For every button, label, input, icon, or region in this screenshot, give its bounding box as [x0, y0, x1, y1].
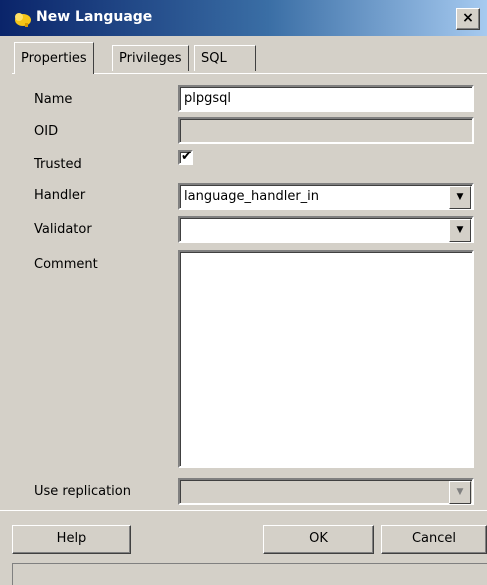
- chevron-down-icon: ▼: [456, 225, 464, 235]
- validator-select[interactable]: ▼: [178, 216, 474, 243]
- validator-dropdown-button[interactable]: ▼: [449, 219, 471, 242]
- button-bar-divider: [0, 510, 487, 511]
- use-replication-label: Use replication: [34, 484, 131, 499]
- check-icon: ✔: [181, 149, 192, 164]
- tab-privileges[interactable]: Privileges: [112, 45, 189, 71]
- chevron-down-icon: ▼: [456, 192, 464, 202]
- tab-properties[interactable]: Properties: [14, 42, 94, 74]
- name-value: plpgsql: [184, 91, 232, 106]
- close-icon: ×: [462, 10, 474, 26]
- name-field[interactable]: plpgsql: [178, 85, 474, 112]
- handler-label: Handler: [34, 188, 86, 203]
- window-title: New Language: [36, 9, 153, 25]
- comment-label: Comment: [34, 257, 98, 272]
- use-replication-select: ▼: [178, 478, 474, 505]
- handler-select[interactable]: language_handler_in ▼: [178, 183, 474, 210]
- tab-sql[interactable]: SQL: [194, 45, 256, 71]
- ok-button[interactable]: OK: [263, 525, 374, 554]
- help-button[interactable]: Help: [12, 525, 131, 554]
- oid-label: OID: [34, 124, 59, 139]
- trusted-checkbox[interactable]: ✔: [178, 149, 193, 165]
- title-bar[interactable]: New Language ×: [0, 0, 487, 36]
- trusted-label: Trusted: [34, 157, 82, 172]
- use-replication-dropdown-button: ▼: [449, 481, 471, 504]
- cancel-button[interactable]: Cancel: [381, 525, 487, 554]
- chevron-down-icon: ▼: [456, 487, 464, 497]
- status-bar: [12, 563, 487, 585]
- handler-value: language_handler_in: [184, 189, 320, 204]
- close-button[interactable]: ×: [456, 8, 480, 30]
- oid-field: [178, 117, 474, 144]
- elephant-icon: [15, 13, 31, 27]
- handler-dropdown-button[interactable]: ▼: [449, 186, 471, 209]
- name-label: Name: [34, 92, 73, 107]
- comment-textarea[interactable]: [178, 250, 474, 468]
- validator-label: Validator: [34, 222, 92, 237]
